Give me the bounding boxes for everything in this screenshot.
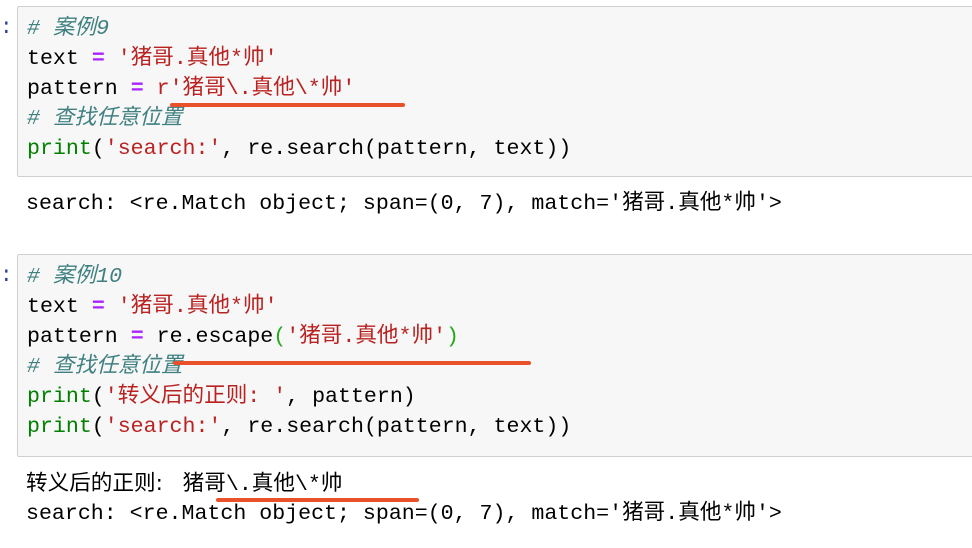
code-rest: , re.search(pattern, text)) [221, 137, 572, 161]
code-cell-2[interactable]: # 案例10 text = '猪哥.真他*帅' pattern = re.esc… [17, 254, 972, 457]
cell-output: search: <re.Match object; span=(0, 7), m… [26, 502, 782, 526]
matched-bracket: ) [446, 325, 460, 349]
operator: = [130, 77, 144, 101]
code-line-pattern: pattern = r'猪哥\.真他\*帅' [27, 74, 571, 104]
code-editor[interactable]: # 案例9 text = '猪哥.真他*帅' pattern = r'猪哥\.真… [27, 14, 571, 164]
cell-prompt: : [0, 17, 13, 40]
string-literal: 'search:' [104, 137, 222, 161]
string-literal: 'search:' [104, 415, 222, 439]
code-rest: , pattern) [286, 385, 416, 409]
code-line-text: text = '猪哥.真他*帅' [27, 44, 571, 74]
highlight-underline [170, 103, 405, 107]
code-cell-1[interactable]: # 案例9 text = '猪哥.真他*帅' pattern = r'猪哥\.真… [17, 6, 972, 177]
comment: # 案例9 [27, 17, 110, 41]
matched-bracket: ( [273, 325, 287, 349]
code-line-text: text = '猪哥.真他*帅' [27, 292, 571, 322]
output-label: 转义后的正则: [26, 471, 170, 496]
operator: = [91, 295, 105, 319]
code-line-print: print('search:', re.search(pattern, text… [27, 134, 571, 164]
code-line-comment: # 查找任意位置 [27, 104, 571, 134]
variable: pattern [27, 77, 118, 101]
paren: ( [91, 415, 105, 439]
paren: ( [91, 137, 105, 161]
comment: # 查找任意位置 [27, 355, 183, 379]
operator: = [130, 325, 144, 349]
raw-string-literal: r'猪哥\.真他\*帅' [156, 77, 356, 101]
builtin-print: print [27, 137, 92, 161]
string-literal: '猪哥.真他*帅' [117, 47, 278, 71]
code-line-print: print('search:', re.search(pattern, text… [27, 412, 571, 442]
variable: pattern [27, 325, 118, 349]
builtin-print: print [27, 415, 92, 439]
function-call: re.escape [156, 325, 274, 349]
paren: ( [91, 385, 105, 409]
code-editor[interactable]: # 案例10 text = '猪哥.真他*帅' pattern = re.esc… [27, 262, 571, 442]
code-line-comment: # 案例9 [27, 14, 571, 44]
code-line-comment: # 案例10 [27, 262, 571, 292]
cell-prompt: : [0, 265, 13, 288]
highlight-underline [173, 361, 531, 365]
code-line-print: print('转义后的正则: ', pattern) [27, 382, 571, 412]
comment: # 查找任意位置 [27, 107, 183, 131]
comment: # 案例10 [27, 265, 123, 289]
variable: text [27, 295, 79, 319]
string-literal: '转义后的正则: ' [104, 385, 287, 409]
code-line-pattern: pattern = re.escape('猪哥.真他*帅') [27, 322, 571, 352]
variable: text [27, 47, 79, 71]
operator: = [91, 47, 105, 71]
cell-output: search: <re.Match object; span=(0, 7), m… [26, 192, 782, 216]
code-line-comment: # 查找任意位置 [27, 352, 571, 382]
builtin-print: print [27, 385, 92, 409]
string-literal: '猪哥.真他*帅' [117, 295, 278, 319]
output-escaped-pattern: 猪哥\.真他\*帅 [182, 473, 343, 497]
code-rest: , re.search(pattern, text)) [221, 415, 572, 439]
string-literal: '猪哥.真他*帅' [286, 325, 447, 349]
cell-output: 转义后的正则: 猪哥\.真他\*帅 [26, 469, 342, 500]
